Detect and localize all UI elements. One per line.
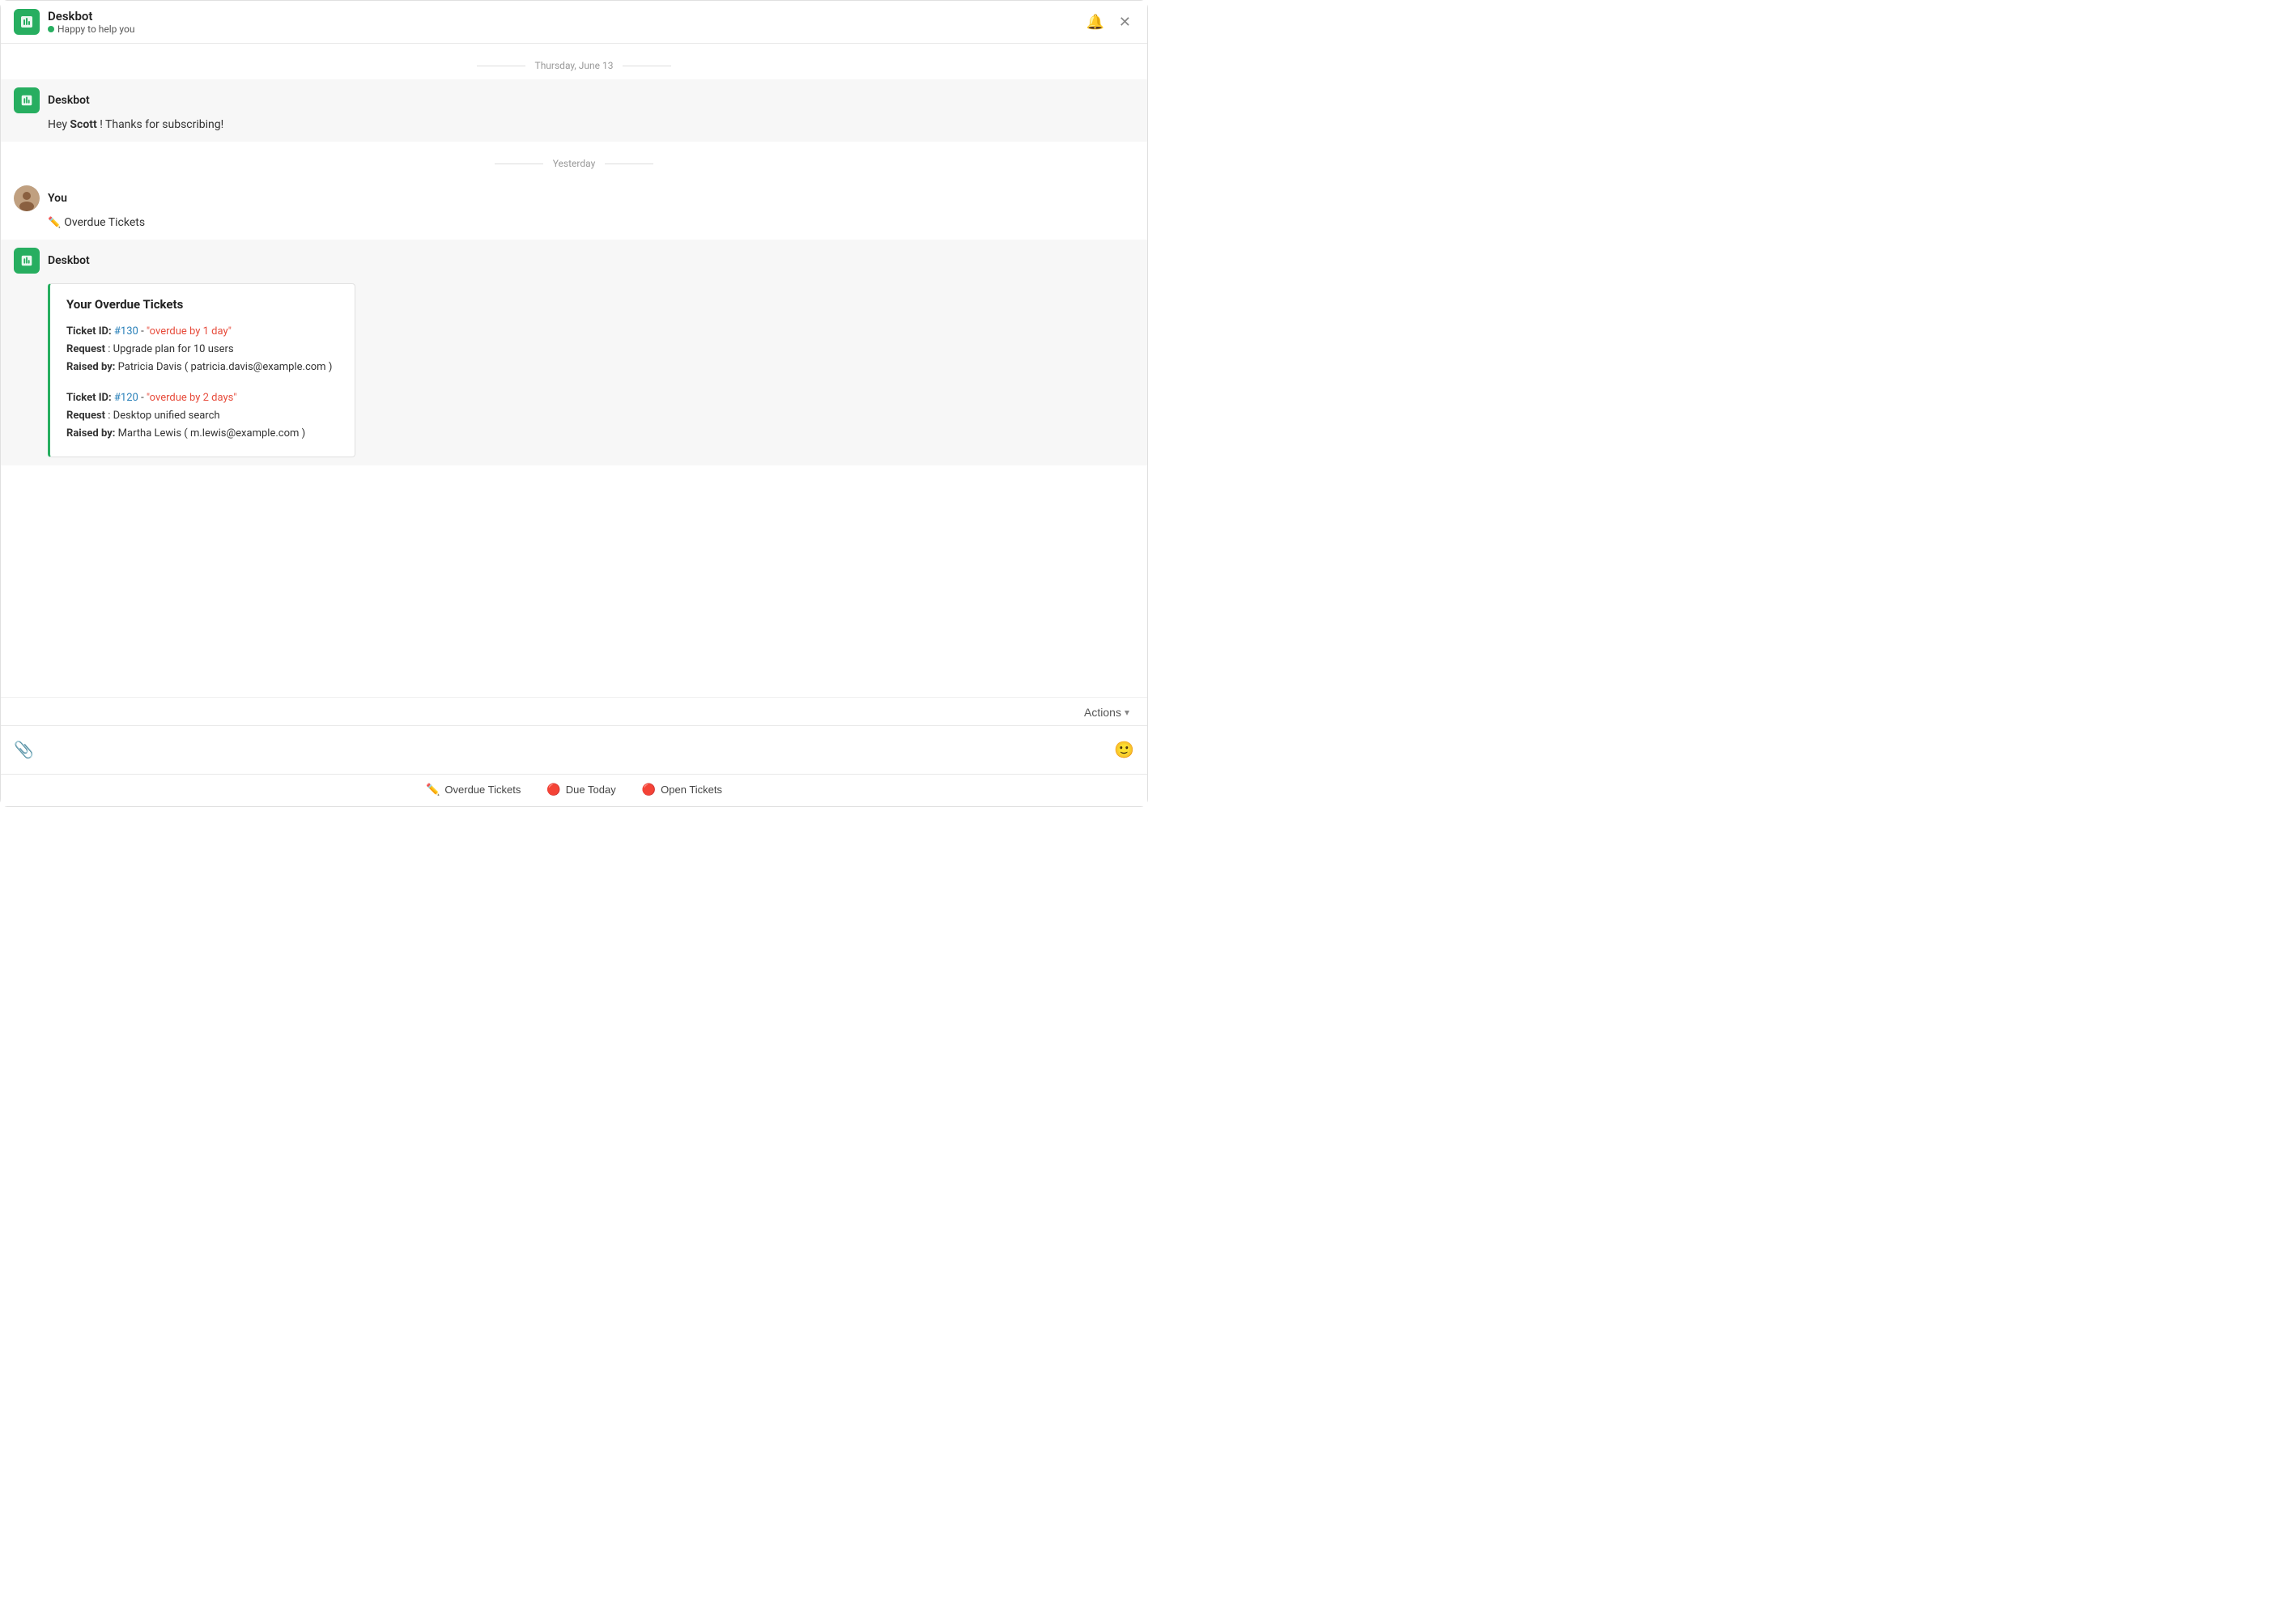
open-icon: 🔴	[642, 783, 656, 796]
pencil-icon: ✏️	[48, 215, 61, 231]
request-value-1: Upgrade plan for 10 users	[113, 343, 234, 355]
sender-name-you: You	[48, 192, 67, 205]
username-scott: Scott	[70, 118, 96, 131]
close-button[interactable]: ✕	[1116, 11, 1134, 34]
status-dot	[48, 26, 54, 32]
request-value-2: Desktop unified search	[113, 410, 220, 422]
quick-action-due-today[interactable]: 🔴 Due Today	[546, 783, 615, 796]
quick-action-open[interactable]: 🔴 Open Tickets	[642, 783, 722, 796]
user-message-overdue: You ✏️ Overdue Tickets	[1, 177, 1147, 240]
actions-label: Actions	[1084, 706, 1121, 719]
input-area: 📎 🙂	[1, 725, 1147, 774]
quick-action-overdue[interactable]: ✏️ Overdue Tickets	[426, 783, 521, 796]
emoji-icon: 🙂	[1114, 741, 1134, 759]
ticket-entry-130: Ticket ID: #130 - "overdue by 1 day" Req…	[66, 323, 338, 376]
ticket-dash-2: -	[141, 392, 147, 404]
user-message-header: You	[14, 185, 1134, 211]
actions-row: Actions ▾	[1, 697, 1147, 725]
ticket-card-title: Your Overdue Tickets	[66, 297, 338, 312]
raised-by-label-1: Raised by:	[66, 361, 118, 373]
header-info: Deskbot Happy to help you	[48, 9, 134, 35]
header: Deskbot Happy to help you 🔔 ✕	[1, 1, 1147, 44]
bot-status: Happy to help you	[48, 23, 134, 35]
ticket-card: Your Overdue Tickets Ticket ID: #130 - "…	[48, 283, 355, 457]
user-msg-label: Overdue Tickets	[64, 214, 145, 231]
date-text-yesterday: Yesterday	[553, 158, 596, 169]
bot-message-header2: Deskbot	[14, 248, 1134, 274]
overdue-text-130: "overdue by 1 day"	[147, 325, 232, 338]
user-msg-text: ✏️ Overdue Tickets	[48, 214, 1134, 231]
date-divider-yesterday: Yesterday	[1, 142, 1147, 177]
actions-chevron-icon: ▾	[1125, 707, 1129, 718]
bot-message-tickets: Deskbot Your Overdue Tickets Ticket ID: …	[1, 240, 1147, 465]
date-text-thursday: Thursday, June 13	[535, 60, 614, 71]
request-label-1: Request	[66, 343, 105, 355]
overdue-text-120: "overdue by 2 days"	[147, 392, 237, 404]
chat-area: Thursday, June 13 Deskbot Hey Scott ! Th…	[1, 44, 1147, 697]
bot-avatar2	[14, 248, 40, 274]
due-today-icon: 🔴	[546, 783, 560, 796]
ticket-id-link-120[interactable]: #120	[114, 392, 138, 404]
bottom-bar: ✏️ Overdue Tickets 🔴 Due Today 🔴 Open Ti…	[1, 774, 1147, 806]
open-label: Open Tickets	[661, 784, 722, 796]
bot-name: Deskbot	[48, 9, 134, 23]
emoji-button[interactable]: 🙂	[1111, 737, 1137, 763]
ticket-id-link-130[interactable]: #130	[114, 325, 138, 338]
due-today-label: Due Today	[566, 784, 616, 796]
request-label-2: Request	[66, 410, 105, 422]
raised-by-value-1: Patricia Davis ( patricia.davis@example.…	[118, 361, 333, 373]
message-input[interactable]	[44, 736, 1104, 765]
attach-icon: 📎	[14, 741, 34, 759]
ticket-entry-120: Ticket ID: #120 - "overdue by 2 days" Re…	[66, 389, 338, 443]
ticket-dash-1: -	[141, 325, 147, 338]
ticket-id-label-1: Ticket ID:	[66, 325, 114, 338]
raised-by-value-2: Martha Lewis ( m.lewis@example.com )	[118, 427, 306, 440]
overdue-icon: ✏️	[426, 783, 440, 796]
status-text: Happy to help you	[57, 23, 134, 35]
bot-message-header: Deskbot	[14, 87, 1134, 113]
attach-button[interactable]: 📎	[11, 737, 37, 763]
sender-name-deskbot1: Deskbot	[48, 94, 90, 107]
bell-icon: 🔔	[1086, 14, 1103, 31]
bot-avatar	[14, 87, 40, 113]
user-message-body: ✏️ Overdue Tickets	[48, 214, 1134, 231]
user-avatar	[14, 185, 40, 211]
actions-button[interactable]: Actions ▾	[1079, 703, 1134, 722]
overdue-label: Overdue Tickets	[444, 784, 521, 796]
ticket-id-label-2: Ticket ID:	[66, 392, 114, 404]
close-icon: ✕	[1119, 14, 1131, 31]
header-left: Deskbot Happy to help you	[14, 9, 134, 35]
header-actions: 🔔 ✕	[1082, 11, 1134, 34]
bot-message-greeting: Deskbot Hey Scott ! Thanks for subscribi…	[1, 79, 1147, 142]
bot-greeting-body: Hey Scott ! Thanks for subscribing!	[48, 117, 1134, 134]
date-divider-thursday: Thursday, June 13	[1, 44, 1147, 79]
sender-name-deskbot2: Deskbot	[48, 254, 90, 267]
bell-button[interactable]: 🔔	[1082, 11, 1107, 34]
raised-by-label-2: Raised by:	[66, 427, 118, 440]
bot-logo	[14, 9, 40, 35]
